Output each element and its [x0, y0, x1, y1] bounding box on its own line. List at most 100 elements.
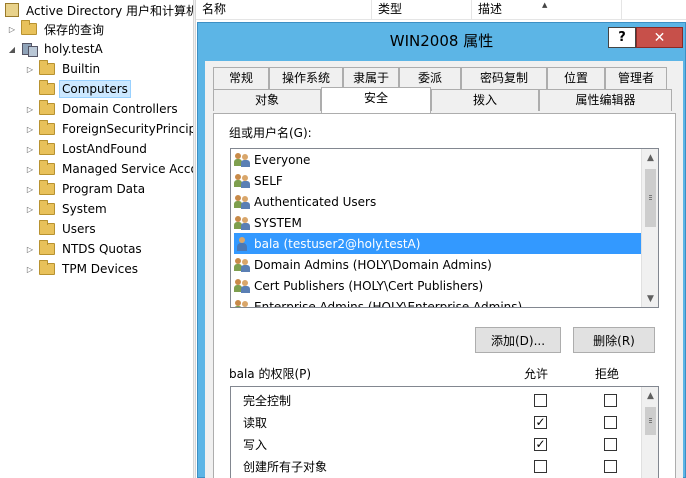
user-list-item[interactable]: SELF	[234, 170, 641, 191]
permissions-list: 完全控制 读取 ✓ 写入 ✓ 创建所有子对象 ▲	[230, 386, 659, 478]
tree-item-ntds-quotas[interactable]: ▷ NTDS Quotas	[24, 239, 144, 259]
user-list-item[interactable]: SYSTEM	[234, 212, 641, 233]
collapse-arrow-icon[interactable]: ◢	[6, 45, 18, 54]
tab-operating-system[interactable]: 操作系统	[269, 67, 343, 89]
list-header: 名称 类型 描述 ▲	[196, 0, 686, 20]
permission-name: 读取	[243, 416, 268, 430]
tab-attribute-editor[interactable]: 属性编辑器	[539, 89, 672, 111]
tree-item-computers[interactable]: Computers	[24, 79, 131, 99]
user-name: Everyone	[254, 152, 311, 167]
tab-general[interactable]: 常规	[213, 67, 269, 89]
deny-checkbox[interactable]	[604, 438, 617, 451]
allow-checkbox[interactable]	[534, 394, 547, 407]
user-list-item[interactable]: Everyone	[234, 149, 641, 170]
tree-item-program-data[interactable]: ▷ Program Data	[24, 179, 147, 199]
close-button[interactable]: ✕	[636, 27, 683, 48]
group-icon	[234, 194, 250, 209]
tree-item-users[interactable]: Users	[24, 219, 98, 239]
tab-security[interactable]: 安全	[321, 87, 431, 113]
sort-ascending-icon: ▲	[542, 1, 548, 9]
scroll-thumb[interactable]	[645, 407, 656, 435]
tree-item-label: Users	[62, 222, 96, 236]
tab-object[interactable]: 对象	[213, 89, 321, 111]
column-header-name[interactable]: 名称	[196, 0, 372, 20]
properties-dialog: WIN2008 属性 ? ✕ 常规 操作系统 隶属于 委派 密码复制 位置 管理…	[197, 22, 686, 478]
tree-item-system[interactable]: ▷ System	[24, 199, 109, 219]
tree-item-label: Program Data	[62, 182, 146, 196]
deny-checkbox[interactable]	[604, 460, 617, 473]
expand-arrow-icon[interactable]: ▷	[24, 165, 36, 174]
user-name: Authenticated Users	[254, 194, 377, 209]
deny-checkbox[interactable]	[604, 394, 617, 407]
tab-location[interactable]: 位置	[547, 67, 605, 89]
folder-icon	[39, 160, 55, 175]
user-list-item[interactable]: Cert Publishers (HOLY\Cert Publishers)	[234, 275, 641, 296]
users-listbox[interactable]: Everyone SELF Authenticated Users SYSTEM…	[230, 148, 659, 308]
allow-checkbox[interactable]	[534, 460, 547, 473]
tree-item-label: LostAndFound	[62, 142, 147, 156]
tree-item-saved-queries[interactable]: ▷ 保存的查询	[6, 19, 106, 39]
permissions-scrollbar[interactable]: ▲	[641, 387, 658, 478]
column-header-type[interactable]: 类型	[372, 0, 472, 20]
folder-icon	[39, 220, 55, 235]
user-list-item[interactable]: Enterprise Admins (HOLY\Enterprise Admin…	[234, 296, 641, 307]
user-list-item-selected[interactable]: bala (testuser2@holy.testA)	[234, 233, 641, 254]
permission-name: 创建所有子对象	[243, 460, 328, 474]
security-tab-panel: 组或用户名(G): Everyone SELF Authenticated Us…	[213, 113, 676, 478]
allow-column-label: 允许	[524, 367, 549, 381]
remove-button[interactable]: 删除(R)	[573, 327, 655, 353]
group-icon	[234, 215, 250, 230]
tree-item-label: ForeignSecurityPrincipals	[62, 122, 193, 136]
add-button[interactable]: 添加(D)...	[475, 327, 561, 353]
expand-arrow-icon[interactable]: ▷	[24, 145, 36, 154]
tree-item-lost-and-found[interactable]: ▷ LostAndFound	[24, 139, 149, 159]
permission-row: 创建所有子对象	[231, 455, 641, 477]
tree-item-tpm-devices[interactable]: ▷ TPM Devices	[24, 259, 140, 279]
tab-member-of[interactable]: 隶属于	[343, 67, 399, 89]
user-name: bala (testuser2@holy.testA)	[254, 236, 421, 251]
user-icon	[234, 236, 250, 251]
folder-icon	[39, 260, 55, 275]
scroll-up-icon[interactable]: ▲	[642, 387, 658, 404]
tree-item-builtin[interactable]: ▷ Builtin	[24, 59, 102, 79]
tab-password-replication[interactable]: 密码复制	[461, 67, 547, 89]
tab-managed-by[interactable]: 管理者	[605, 67, 667, 89]
tree-item-label: System	[62, 202, 107, 216]
user-list-item[interactable]: Domain Admins (HOLY\Domain Admins)	[234, 254, 641, 275]
expand-arrow-icon[interactable]: ▷	[6, 25, 18, 34]
expand-arrow-icon[interactable]: ▷	[24, 205, 36, 214]
expand-arrow-icon[interactable]: ▷	[24, 265, 36, 274]
help-button[interactable]: ?	[608, 27, 636, 48]
scroll-up-icon[interactable]: ▲	[642, 149, 658, 166]
tab-dial-in[interactable]: 拨入	[431, 89, 539, 111]
expand-arrow-icon[interactable]: ▷	[24, 245, 36, 254]
user-name: SELF	[254, 173, 283, 188]
expand-arrow-icon[interactable]: ▷	[24, 185, 36, 194]
active-directory-icon	[5, 3, 19, 17]
tree-item-domain[interactable]: ◢ holy.testA	[6, 39, 105, 59]
tree-item-managed-service-accounts[interactable]: ▷ Managed Service Accounts	[24, 159, 193, 179]
users-scrollbar[interactable]: ▲ ▼	[641, 149, 658, 307]
folder-icon	[39, 80, 55, 95]
pane-splitter[interactable]	[193, 0, 196, 478]
tree-item-label: holy.testA	[44, 42, 103, 56]
allow-checkbox[interactable]: ✓	[534, 438, 547, 451]
user-name: Cert Publishers (HOLY\Cert Publishers)	[254, 278, 484, 293]
scroll-down-icon[interactable]: ▼	[642, 290, 658, 307]
user-list-item[interactable]: Authenticated Users	[234, 191, 641, 212]
tree-root-ad[interactable]: Active Directory 用户和计算机	[2, 0, 193, 20]
expand-arrow-icon[interactable]: ▷	[24, 65, 36, 74]
folder-icon	[39, 180, 55, 195]
tab-delegation[interactable]: 委派	[399, 67, 461, 89]
scroll-thumb[interactable]	[645, 169, 656, 227]
expand-arrow-icon[interactable]: ▷	[24, 105, 36, 114]
folder-icon	[39, 140, 55, 155]
allow-checkbox[interactable]: ✓	[534, 416, 547, 429]
tree-item-label: Active Directory 用户和计算机	[26, 3, 193, 18]
permission-name: 完全控制	[243, 394, 292, 408]
deny-checkbox[interactable]	[604, 416, 617, 429]
expand-arrow-icon[interactable]: ▷	[24, 125, 36, 134]
tree-item-foreign-security-principals[interactable]: ▷ ForeignSecurityPrincipals	[24, 119, 193, 139]
tree-item-domain-controllers[interactable]: ▷ Domain Controllers	[24, 99, 180, 119]
folder-icon	[39, 200, 55, 215]
